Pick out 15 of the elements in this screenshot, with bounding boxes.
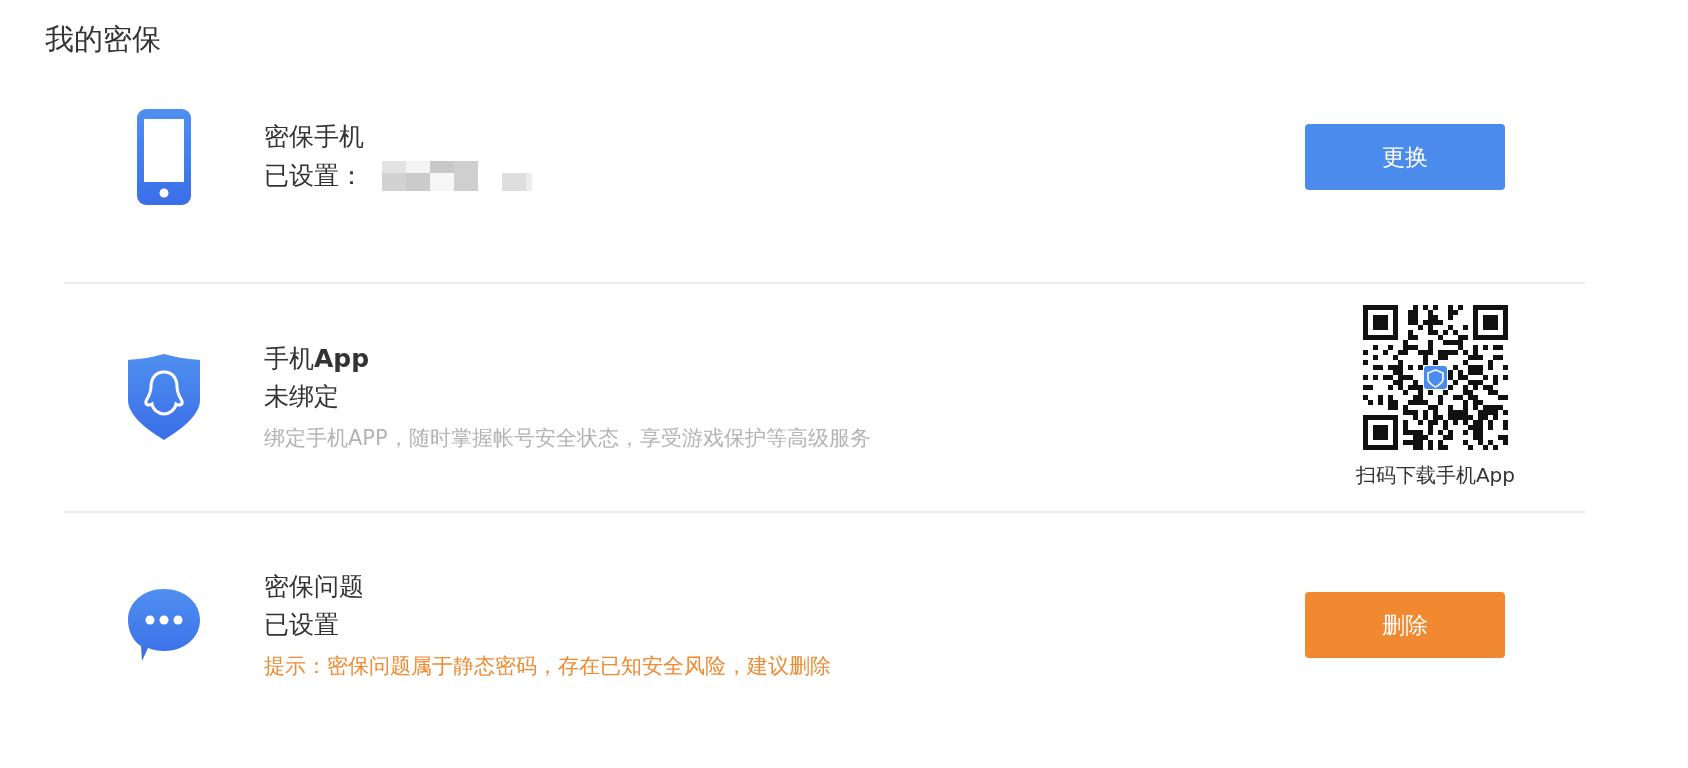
- phone-icon: [137, 108, 191, 205]
- change-button[interactable]: 更换: [1305, 123, 1505, 190]
- delete-button[interactable]: 删除: [1305, 592, 1505, 659]
- shield-icon: [128, 354, 200, 441]
- status-text: 已设置: [264, 609, 339, 642]
- item-title: 密保手机: [264, 121, 365, 154]
- page-title: 我的密保: [45, 22, 162, 57]
- hint-text: 提示：密保问题属于静态密码，存在已知安全风险，建议删除: [264, 653, 832, 681]
- qr-caption: 扫码下载手机App: [1355, 461, 1515, 489]
- status-text: 已设置：: [264, 159, 364, 192]
- status-text: 未绑定: [264, 381, 339, 414]
- hint-text: 绑定手机APP，随时掌握帐号安全状态，享受游戏保护等高级服务: [264, 425, 872, 453]
- chat-bubble-icon: [128, 589, 200, 662]
- item-title: 密保问题: [264, 570, 365, 603]
- item-title: 手机App: [264, 342, 371, 375]
